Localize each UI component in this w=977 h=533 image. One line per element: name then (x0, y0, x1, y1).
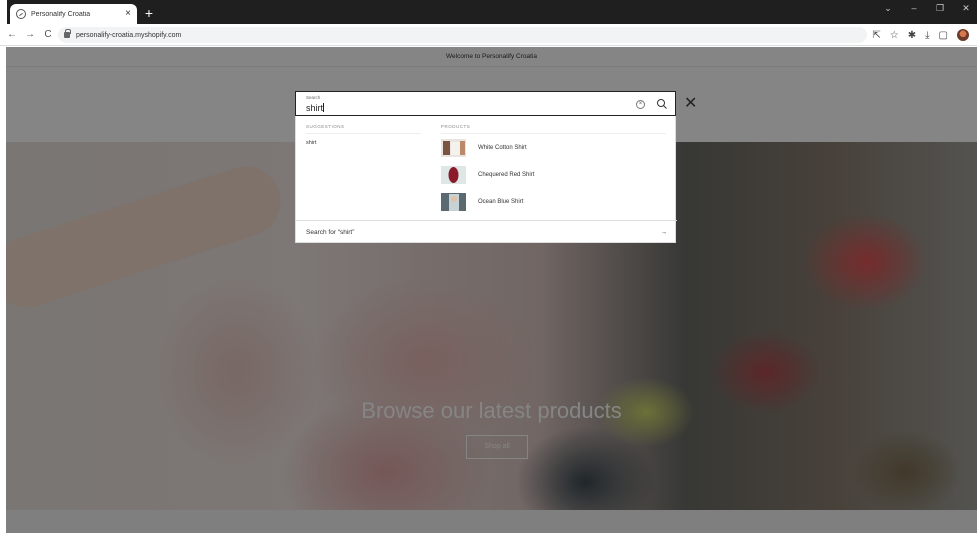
search-for-label: Search for “shirt” (306, 228, 355, 236)
forward-arrow-icon[interactable]: → (24, 29, 36, 40)
browser-titlebar: Personalify Croatia × + ⌄ – ❐ ✕ (0, 0, 977, 24)
clear-search-icon[interactable]: × (636, 100, 645, 109)
back-arrow-icon[interactable]: ← (6, 29, 18, 40)
close-window-button[interactable]: ✕ (961, 3, 971, 14)
tab-close-icon[interactable]: × (125, 9, 131, 19)
text-caret (323, 103, 325, 112)
minimize-button[interactable]: – (909, 3, 919, 14)
product-name: Chequered Red Shirt (478, 172, 535, 178)
search-for-button[interactable]: Search for “shirt” → (296, 220, 677, 243)
titlebar-edge (0, 0, 7, 24)
search-label: Search (306, 95, 321, 100)
product-name: Ocean Blue Shirt (478, 199, 524, 205)
tab-search-icon[interactable]: ⌄ (883, 3, 893, 14)
search-input[interactable]: shirt (306, 103, 325, 113)
product-name: White Cotton Shirt (478, 145, 527, 151)
arrow-right-icon: → (660, 228, 668, 236)
profile-avatar[interactable] (957, 29, 969, 41)
tab-title: Personalify Croatia (31, 10, 91, 18)
address-bar: ← → C personalify-croatia.myshopify.com … (0, 24, 977, 46)
browser-tab[interactable]: Personalify Croatia × (10, 4, 137, 24)
suggestion-item[interactable]: shirt (306, 140, 316, 146)
bookmark-star-icon[interactable]: ☆ (890, 30, 899, 41)
url-text: personalify-croatia.myshopify.com (76, 31, 182, 39)
product-item-ocean-blue-shirt[interactable]: Ocean Blue Shirt (441, 192, 523, 212)
url-field[interactable]: personalify-croatia.myshopify.com (58, 27, 867, 43)
restore-button[interactable]: ❐ (935, 3, 945, 14)
predictive-search-results: SUGGESTIONS PRODUCTS shirt White Cotton … (295, 116, 677, 243)
close-search-icon[interactable]: ✕ (684, 96, 697, 112)
lock-icon[interactable] (64, 29, 71, 38)
products-divider (441, 133, 666, 134)
product-thumbnail (441, 139, 466, 157)
window-controls: ⌄ – ❐ ✕ (883, 3, 971, 14)
globe-icon (16, 9, 26, 19)
extensions-icon[interactable]: ✱ (908, 30, 916, 41)
side-panel-icon[interactable]: ▢ (939, 30, 948, 41)
search-field[interactable]: Search shirt × (295, 91, 676, 116)
reload-icon[interactable]: C (42, 29, 54, 40)
product-thumbnail (441, 166, 466, 184)
product-item-chequered-red-shirt[interactable]: Chequered Red Shirt (441, 165, 534, 185)
download-icon[interactable]: ⤓ (925, 30, 929, 41)
product-thumbnail (441, 193, 466, 211)
products-heading: PRODUCTS (441, 124, 471, 129)
search-icon[interactable] (656, 97, 668, 111)
suggestions-divider (306, 133, 421, 134)
search-input-value: shirt (306, 103, 324, 113)
toolbar-icons: ⇱ ☆ ✱ ⤓ ▢ (872, 29, 969, 41)
new-tab-button[interactable]: + (142, 6, 156, 20)
product-item-white-cotton-shirt[interactable]: White Cotton Shirt (441, 138, 527, 158)
suggestions-heading: SUGGESTIONS (306, 124, 345, 129)
share-icon[interactable]: ⇱ (872, 30, 880, 41)
web-page: Welcome to Personalify Croatia Browse ou… (6, 47, 977, 533)
